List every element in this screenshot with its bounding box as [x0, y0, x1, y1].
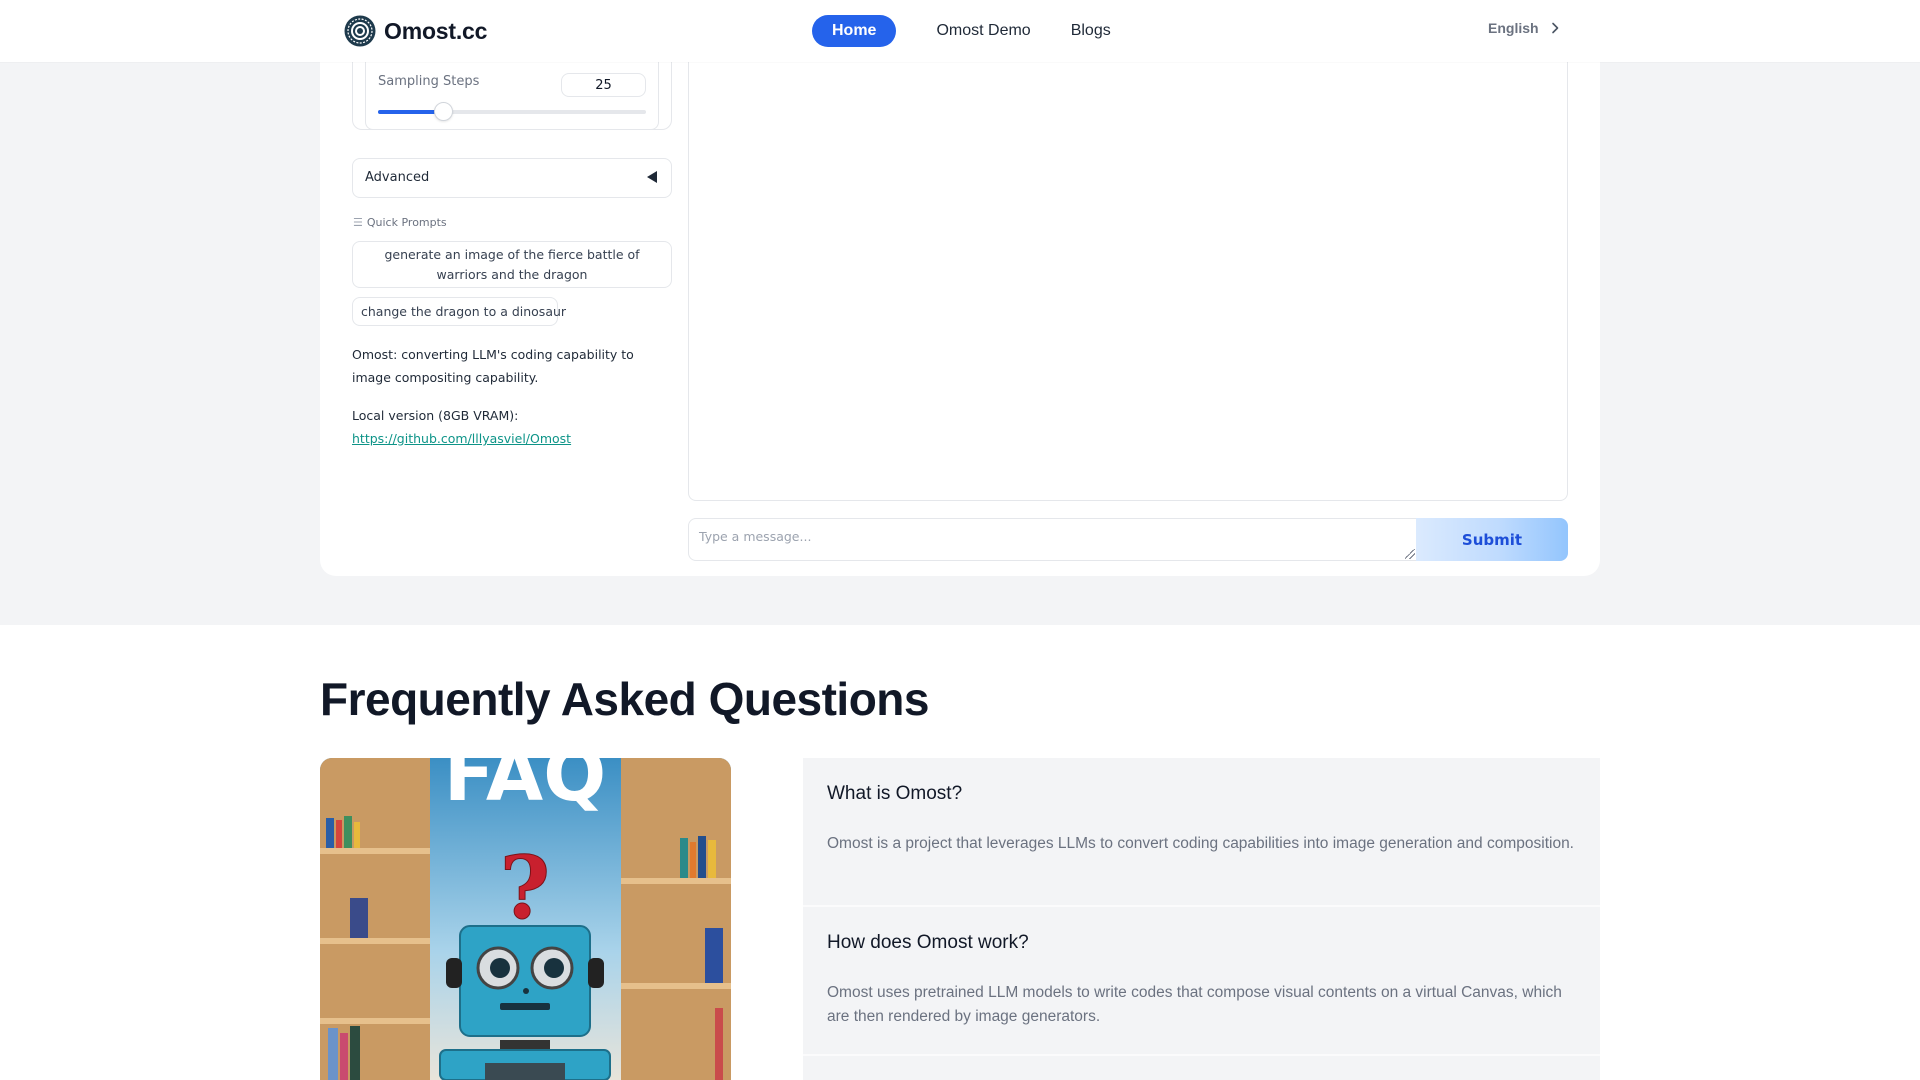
site-name: Omost.cc: [384, 17, 488, 44]
main-nav: Home Omost Demo Blogs: [812, 15, 1131, 47]
faq-list: What is Omost? Omost is a project that l…: [803, 758, 1600, 1080]
faq-item[interactable]: [803, 1056, 1600, 1080]
faq-item[interactable]: What is Omost? Omost is a project that l…: [803, 758, 1600, 907]
faq-question: How does Omost work?: [827, 932, 1029, 953]
list-icon: ☰: [353, 216, 363, 229]
nav-omost-demo[interactable]: Omost Demo: [916, 15, 1050, 47]
concentric-circle-logo-icon: [344, 15, 376, 47]
local-version-info: Local version (8GB VRAM): https://github…: [352, 404, 672, 450]
quick-prompts-label: Quick Prompts: [366, 216, 447, 229]
sampling-steps-slider-thumb[interactable]: [433, 102, 453, 121]
svg-text:?: ?: [500, 838, 550, 939]
quick-prompts-header: ☰ Quick Prompts: [353, 216, 447, 229]
faq-title: Frequently Asked Questions: [320, 673, 930, 725]
submit-button[interactable]: Submit: [1416, 518, 1568, 561]
language-selector[interactable]: English: [1488, 20, 1561, 36]
local-version-label: Local version (8GB VRAM):: [352, 408, 519, 423]
triangle-left-icon: [647, 171, 657, 183]
message-input[interactable]: [688, 518, 1417, 561]
app-description: Omost: converting LLM's coding capabilit…: [352, 347, 634, 385]
github-link[interactable]: https://github.com/lllyasviel/Omost: [352, 431, 571, 446]
advanced-accordion-label: Advanced: [365, 170, 430, 185]
site-header: Omost.cc Home Omost Demo Blogs English: [0, 0, 1920, 62]
sampling-steps-slider[interactable]: [378, 102, 646, 121]
quick-prompt-button[interactable]: generate an image of the fierce battle o…: [352, 241, 672, 288]
svg-text:FAQ: FAQ: [444, 758, 606, 818]
quick-prompt-button[interactable]: change the dragon to a dinosaur: [352, 297, 566, 326]
chevron-right-icon: [1551, 22, 1558, 34]
faq-question: What is Omost?: [827, 783, 963, 804]
faq-illustration: FAQ ?: [320, 758, 731, 1080]
chatbot-output-area: [688, 40, 1568, 501]
nav-blogs[interactable]: Blogs: [1051, 15, 1131, 47]
sampling-steps-label: Sampling Steps: [378, 74, 480, 89]
faq-answer: Omost is a project that leverages LLMs t…: [827, 835, 1574, 852]
language-label: English: [1488, 20, 1539, 36]
faq-item[interactable]: How does Omost work? Omost uses pretrain…: [803, 907, 1600, 1056]
faq-robot-image: FAQ ?: [320, 758, 731, 1080]
faq-answer: Omost uses pretrained LLM models to writ…: [827, 984, 1562, 1025]
nav-home[interactable]: Home: [812, 15, 897, 47]
resize-handle-icon[interactable]: [1405, 549, 1415, 559]
sampling-steps-number-input[interactable]: [561, 73, 646, 97]
advanced-accordion[interactable]: Advanced: [352, 158, 672, 198]
site-logo[interactable]: Omost.cc: [344, 15, 487, 47]
